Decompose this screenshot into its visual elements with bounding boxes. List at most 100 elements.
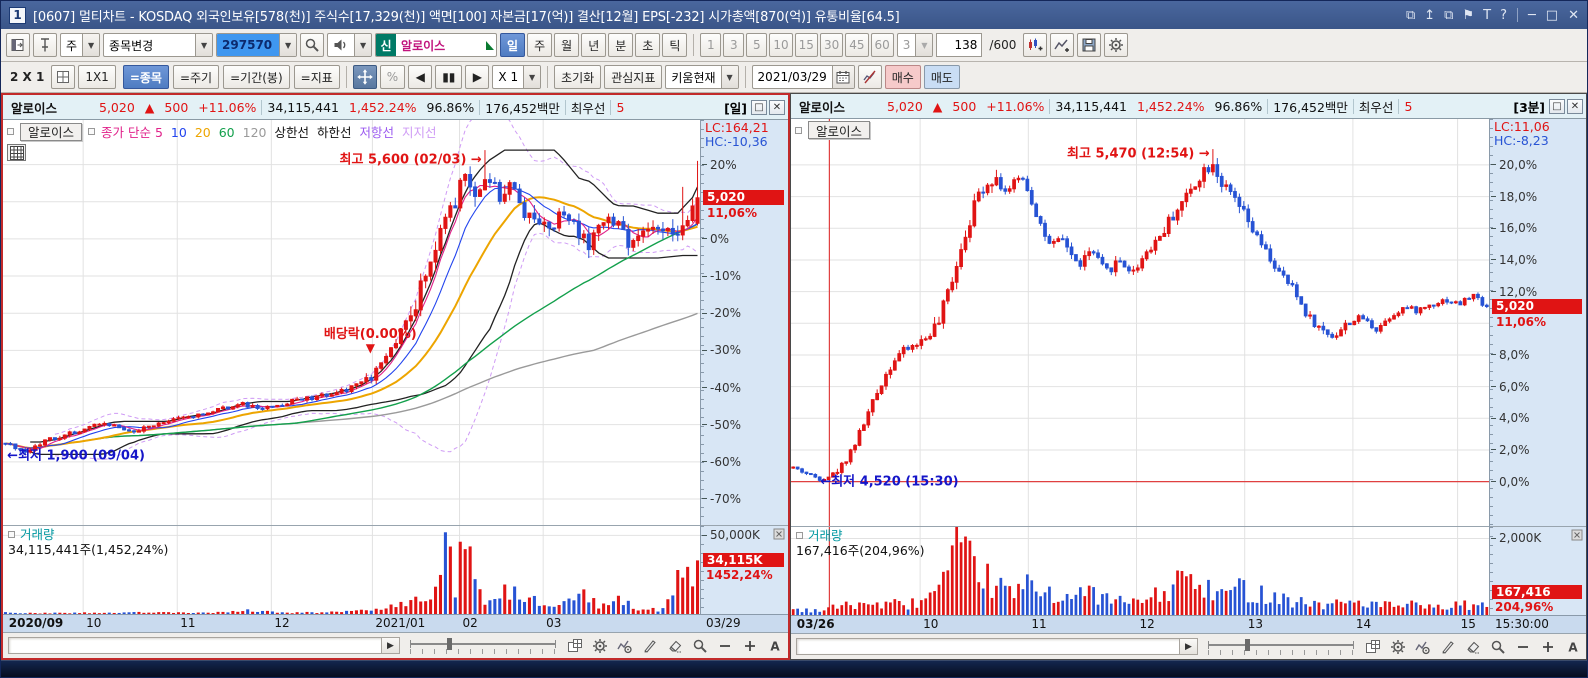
- pin-tab-icon[interactable]: [33, 33, 57, 57]
- duplicate-window-icon[interactable]: ⧉: [1444, 8, 1453, 23]
- layout-grid-icon[interactable]: [566, 637, 583, 654]
- volume-pane-daily[interactable]: 거래량 34,115,441주(1,452,24%): [3, 526, 700, 614]
- date-value[interactable]: 2021/03/29: [753, 66, 832, 88]
- collapse-volume-icon[interactable]: [773, 528, 785, 540]
- indicator-settings-icon[interactable]: [1414, 638, 1431, 655]
- scroll-right-icon[interactable]: ▶: [381, 638, 399, 653]
- play-next-button[interactable]: ▶: [465, 65, 490, 89]
- zoom-in-icon[interactable]: [741, 637, 758, 654]
- panel-toggle-icon[interactable]: [6, 33, 30, 57]
- data-table-icon[interactable]: [7, 144, 26, 161]
- indicator-settings-icon[interactable]: [616, 637, 633, 654]
- maximize-button[interactable]: □: [1546, 8, 1558, 23]
- interval-10[interactable]: 10: [769, 33, 793, 57]
- legend-checkbox[interactable]: [795, 126, 802, 134]
- draw-tools-icon[interactable]: [641, 637, 658, 654]
- title-bar[interactable]: 1 [0607] 멀티차트 - KOSDAQ 외국인보유[578(천)] 주식수…: [1, 1, 1587, 29]
- horizontal-scrollbar[interactable]: ▶: [8, 637, 400, 654]
- chart-restore-button[interactable]: □: [1549, 98, 1565, 114]
- period-tab-틱[interactable]: 틱: [662, 33, 688, 57]
- horizontal-scrollbar[interactable]: ▶: [796, 638, 1198, 655]
- zoom-tool-icon[interactable]: [1489, 638, 1506, 655]
- erase-all-icon[interactable]: [1464, 638, 1481, 655]
- period-tab-주[interactable]: 주: [527, 33, 553, 57]
- draw-tools-icon[interactable]: [1439, 638, 1456, 655]
- add-trendline-icon[interactable]: [1050, 33, 1075, 57]
- copy-window-icon[interactable]: ⧉: [1406, 8, 1415, 23]
- period-dropdown[interactable]: 주 ▼: [60, 33, 101, 57]
- legend-stock-name[interactable]: 알로이스: [20, 122, 83, 141]
- candlestick-plot-3min[interactable]: [791, 119, 1489, 526]
- settings-gear-icon[interactable]: [591, 637, 608, 654]
- interval-5[interactable]: 5: [746, 33, 768, 57]
- legend-checkbox[interactable]: [796, 532, 803, 539]
- price-pane-3min[interactable]: 알로이스 최고 5,470 (12:54) → ←최저 4,520 (15:30): [791, 119, 1489, 527]
- search-icon[interactable]: [300, 33, 325, 57]
- legend-checkbox[interactable]: [8, 531, 15, 538]
- interval-15[interactable]: 15: [794, 33, 818, 57]
- move-chart-icon[interactable]: [352, 65, 377, 89]
- zoom-out-icon[interactable]: [1514, 638, 1531, 655]
- chart-toggle-icon[interactable]: [857, 65, 882, 89]
- price-pane-daily[interactable]: 알로이스 종가 단순 5 10 20 60 120 상한선 하한선 저항선 지지선 최고 5,6…: [3, 120, 700, 526]
- reset-button[interactable]: 초기화: [554, 65, 602, 89]
- period-tab-분[interactable]: 분: [608, 33, 634, 57]
- volume-pane-3min[interactable]: 거래량 167,416주(204,96%): [791, 527, 1489, 615]
- period-tab-년[interactable]: 년: [581, 33, 607, 57]
- speaker-icon[interactable]: [328, 34, 354, 56]
- kiwoom-now-dropdown[interactable]: 키움현재 ▼: [665, 65, 739, 89]
- interval-1[interactable]: 1: [700, 33, 722, 57]
- pause-button[interactable]: ▮▮: [435, 65, 463, 89]
- zoom-slider[interactable]: [408, 637, 558, 655]
- zoom-in-icon[interactable]: [1539, 638, 1556, 655]
- chart-restore-button[interactable]: □: [751, 99, 767, 115]
- font-size-icon[interactable]: A: [1564, 638, 1581, 655]
- candlestick-plot-daily[interactable]: [3, 120, 700, 525]
- interval-dropdown[interactable]: 3 ▼: [896, 33, 934, 57]
- grid-select-icon[interactable]: [51, 65, 76, 89]
- snap-top-icon[interactable]: ↥: [1424, 8, 1435, 23]
- calendar-icon[interactable]: [831, 66, 854, 88]
- stock-name-combo[interactable]: 신 알로이스: [375, 33, 498, 57]
- link-tab-=종목[interactable]: =종목: [122, 65, 169, 89]
- legend-checkbox[interactable]: [7, 128, 14, 135]
- buy-button[interactable]: 매수: [884, 65, 921, 89]
- layout-grid-icon[interactable]: [1364, 638, 1381, 655]
- scroll-right-icon[interactable]: ▶: [1179, 639, 1197, 654]
- settings-gear-icon[interactable]: [1389, 638, 1406, 655]
- stock-change-dropdown[interactable]: 종목변경 ▼: [103, 33, 214, 57]
- save-icon[interactable]: [1077, 33, 1102, 57]
- play-prev-button[interactable]: ◀: [408, 65, 433, 89]
- close-button[interactable]: ✕: [1568, 8, 1579, 23]
- interval-45[interactable]: 45: [845, 33, 869, 57]
- period-tab-월[interactable]: 월: [554, 33, 580, 57]
- link-tab-=주기[interactable]: =주기: [172, 65, 220, 89]
- chart-close-button[interactable]: ✕: [769, 99, 785, 115]
- add-candle-icon[interactable]: [1023, 33, 1048, 57]
- legend-checkbox[interactable]: [88, 128, 96, 135]
- help-icon[interactable]: ?: [1500, 8, 1507, 23]
- chart-close-button[interactable]: ✕: [1567, 98, 1583, 114]
- minimize-button[interactable]: ─: [1528, 8, 1536, 23]
- zoom-out-icon[interactable]: [716, 637, 733, 654]
- period-tab-초[interactable]: 초: [635, 33, 661, 57]
- interval-30[interactable]: 30: [819, 33, 844, 57]
- period-tab-일[interactable]: 일: [500, 33, 526, 57]
- link-tab-=지표[interactable]: =지표: [293, 65, 340, 89]
- favorite-indicator-button[interactable]: 관심지표: [604, 65, 663, 89]
- zoom-slider[interactable]: [1206, 638, 1356, 656]
- bar-count-input[interactable]: 138: [936, 33, 983, 57]
- percent-button[interactable]: %: [379, 65, 406, 89]
- font-size-icon[interactable]: A: [766, 637, 783, 654]
- settings-gear-icon[interactable]: [1104, 33, 1129, 57]
- interval-60[interactable]: 60: [870, 33, 894, 57]
- legend-stock-name[interactable]: 알로이스: [808, 121, 871, 139]
- interval-3[interactable]: 3: [723, 33, 745, 57]
- collapse-volume-icon[interactable]: [1571, 529, 1583, 541]
- stock-code-combo[interactable]: 297570 ▼: [216, 33, 298, 57]
- price-axis-daily[interactable]: LC:164,21 HC:-10,36 5,020 11,06% 20% 0% -1…: [700, 120, 788, 614]
- one-by-one-button[interactable]: 1X1: [78, 65, 116, 89]
- speed-dropdown[interactable]: X 1 ▼: [492, 65, 542, 89]
- zoom-tool-icon[interactable]: [691, 637, 708, 654]
- price-axis-3min[interactable]: LC:11,06 HC:-8,23 5,020 11,06% 20,0% 18,0…: [1489, 119, 1586, 615]
